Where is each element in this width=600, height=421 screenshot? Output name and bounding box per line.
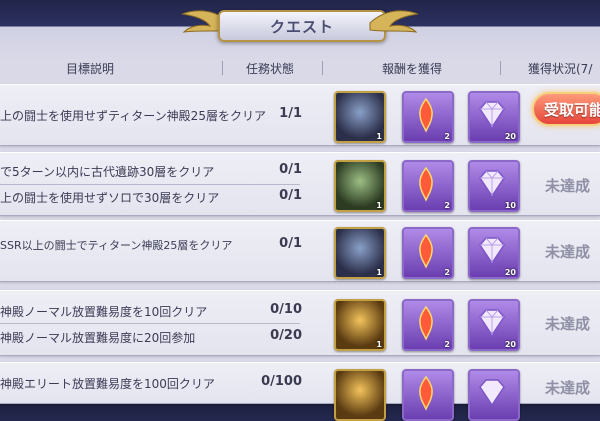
gold-wing-ornament-icon [369, 10, 419, 33]
reward-count: 1 [376, 201, 382, 210]
quest-description: 神殿エリート放置難易度を100回クリア [0, 377, 215, 391]
status-label: 未達成 [545, 315, 591, 333]
quest-row: SSR以上の闘士でティターン神殿25層をクリア 0/1 1 2 20 未達成 [0, 220, 600, 282]
quest-row: 上の闘士を使用せずティターン神殿25層をクリア 1/1 1 2 20 [0, 84, 600, 146]
purple-diamond-icon[interactable]: 10 [468, 160, 520, 212]
quest-progress: 0/1 [279, 236, 302, 251]
quest-progress: 0/1 [279, 188, 302, 203]
purple-diamond-icon [479, 101, 505, 129]
quest-progress: 0/10 [270, 302, 302, 317]
reward-count: 2 [444, 268, 450, 277]
character-portrait-icon[interactable]: 1 [334, 91, 386, 143]
quest-row: 神殿ノーマル放置難易度を10回クリア 神殿ノーマル放置難易度に20回参加 0/1… [0, 290, 600, 356]
flame-crystal-icon[interactable] [402, 369, 454, 421]
reward-count: 1 [376, 132, 382, 141]
column-header-row: 目標説明 任務状態 報酬を獲得 獲得状況(7/ [0, 58, 600, 78]
flame-crystal-icon[interactable]: 2 [402, 160, 454, 212]
quest-progress: 1/1 [279, 106, 302, 121]
quest-row: 神殿エリート放置難易度を100回クリア 0/100 未達成 [0, 362, 600, 421]
purple-diamond-icon [479, 309, 505, 337]
status-label: 未達成 [545, 243, 591, 261]
purple-diamond-icon[interactable]: 20 [468, 299, 520, 351]
reward-count: 20 [504, 268, 516, 277]
purple-diamond-icon[interactable]: 20 [468, 91, 520, 143]
character-portrait-icon[interactable]: 1 [334, 160, 386, 212]
character-portrait-icon[interactable]: 1 [334, 227, 386, 279]
flame-crystal-icon[interactable]: 2 [402, 91, 454, 143]
column-divider [222, 61, 223, 75]
title-banner: クエスト [180, 4, 420, 44]
reward-count: 10 [504, 201, 516, 210]
column-divider [322, 61, 323, 75]
reward-count: 2 [444, 340, 450, 349]
reward-count: 1 [376, 268, 382, 277]
purple-diamond-icon [479, 237, 505, 265]
flame-crystal-icon[interactable]: 2 [402, 299, 454, 351]
quest-description: 神殿ノーマル放置難易度に20回参加 [0, 331, 196, 345]
quest-row: で5ターン以内に古代遺跡30層をクリア 上の闘士を使用せずソロで30層をクリア … [0, 152, 600, 216]
character-portrait-icon[interactable]: 1 [334, 299, 386, 351]
purple-diamond-icon[interactable] [468, 369, 520, 421]
row-divider [0, 184, 300, 185]
reward-count: 20 [504, 132, 516, 141]
quest-description: SSR以上の闘士でティターン神殿25層をクリア [0, 239, 233, 252]
page-title: クエスト [218, 10, 386, 42]
quest-progress: 0/100 [261, 374, 302, 389]
quest-description: 上の闘士を使用せずソロで30層をクリア [0, 191, 220, 205]
flame-crystal-icon [419, 305, 433, 341]
flame-crystal-icon [419, 97, 433, 133]
quest-description: 神殿ノーマル放置難易度を10回クリア [0, 305, 208, 319]
quest-description: 上の闘士を使用せずティターン神殿25層をクリア [0, 109, 266, 123]
quest-description: で5ターン以内に古代遺跡30層をクリア [0, 165, 215, 179]
reward-count: 20 [504, 340, 516, 349]
row-divider [0, 323, 300, 324]
claim-reward-button[interactable]: 受取可能 [532, 92, 600, 126]
quest-progress: 0/20 [270, 328, 302, 343]
column-header-description: 目標説明 [66, 62, 115, 76]
column-header-progress: 任務状態 [246, 62, 295, 76]
reward-count: 1 [376, 340, 382, 349]
purple-diamond-icon[interactable]: 20 [468, 227, 520, 279]
flame-crystal-icon[interactable]: 2 [402, 227, 454, 279]
flame-crystal-icon [419, 166, 433, 202]
status-label: 未達成 [545, 177, 591, 195]
column-divider [500, 61, 501, 75]
quest-progress: 0/1 [279, 162, 302, 177]
purple-diamond-icon [479, 379, 505, 407]
flame-crystal-icon [419, 375, 433, 411]
column-header-reward: 報酬を獲得 [382, 62, 443, 76]
reward-count: 2 [444, 201, 450, 210]
reward-count: 2 [444, 132, 450, 141]
character-portrait-icon[interactable] [334, 369, 386, 421]
column-header-status: 獲得状況(7/ [528, 62, 593, 76]
purple-diamond-icon [479, 170, 505, 198]
flame-crystal-icon [419, 233, 433, 269]
status-label: 未達成 [545, 379, 591, 397]
